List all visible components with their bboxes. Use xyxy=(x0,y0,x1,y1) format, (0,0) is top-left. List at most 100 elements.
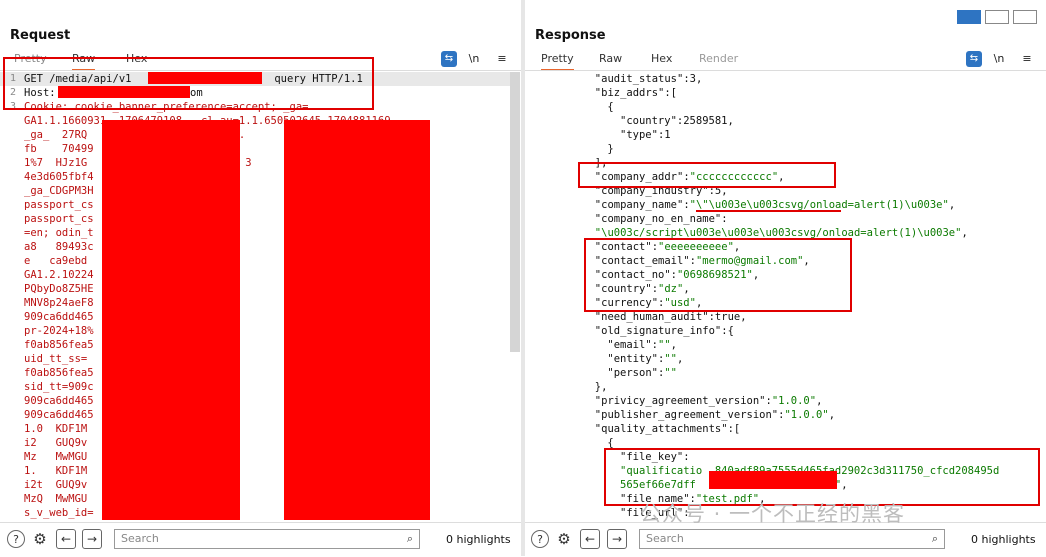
search-placeholder: Search xyxy=(646,532,684,545)
menu-icon[interactable]: ≡ xyxy=(494,51,510,67)
highlight-count: 0 highlights xyxy=(446,533,511,546)
json-value: "1.0.0" xyxy=(784,409,829,421)
tab-underline xyxy=(525,70,1046,71)
json-value: "" xyxy=(664,367,677,379)
json-line: "entity":"", xyxy=(607,352,683,366)
json-comma: , xyxy=(948,199,956,211)
request-pane: Request Pretty Raw Hex ⇆ \n ≡ 1 GET /medi… xyxy=(0,0,521,557)
json-value: { xyxy=(727,325,734,337)
json-comma: , xyxy=(670,339,677,351)
json-line: "quality_attachments":[ xyxy=(595,422,740,436)
json-comma: , xyxy=(695,73,703,85)
json-value: 2589581 xyxy=(683,115,728,127)
json-key: "company_no_en_name" xyxy=(594,213,722,225)
json-value: "" xyxy=(657,339,671,351)
json-key: "quality_attachments" xyxy=(594,423,728,435)
line-text: Mz MwMGU xyxy=(24,451,88,463)
request-editor[interactable]: 1 GET /media/api/v1 query HTTP/1.1 2 Host: o… xyxy=(0,72,521,520)
response-search-input[interactable]: Search ⌕ xyxy=(639,529,945,549)
json-key: "old_signature_info" xyxy=(594,325,722,337)
wrap-lines-icon[interactable]: ⇆ xyxy=(966,51,982,67)
json-value: { xyxy=(607,101,614,113)
line-text: =en; odin_t xyxy=(24,227,94,239)
json-line: "type":1 xyxy=(620,128,671,142)
next-arrow-icon[interactable]: → xyxy=(607,529,627,549)
json-key: "publisher_agreement_version" xyxy=(594,409,779,421)
json-value: "1.0.0" xyxy=(771,395,817,407)
redaction-block xyxy=(284,120,430,520)
newline-toggle[interactable]: \n xyxy=(466,51,482,67)
search-icon: ⌕ xyxy=(931,532,938,545)
json-value: [ xyxy=(733,423,741,435)
annotation-box xyxy=(3,57,374,110)
json-value: [ xyxy=(670,87,677,99)
watermark-text: 公众号 · 一个不正经的黑客 xyxy=(640,502,906,526)
json-line: "company_no_en_name": xyxy=(595,212,728,226)
layout-vertical-button[interactable] xyxy=(985,10,1009,24)
tab-hex[interactable]: Hex xyxy=(651,52,672,69)
json-key: "need_human_audit" xyxy=(594,311,709,323)
json-key: "type" xyxy=(620,129,658,141)
tab-pretty[interactable]: Pretty xyxy=(541,52,574,71)
json-value: "" xyxy=(664,353,677,365)
json-line: "biz_addrs":[ xyxy=(595,86,677,100)
json-line: "old_signature_info":{ xyxy=(595,324,734,338)
help-icon[interactable]: ? xyxy=(531,530,549,548)
json-value: 1 xyxy=(664,129,671,141)
json-key: "privicy_agreement_version" xyxy=(594,395,766,407)
tab-raw[interactable]: Raw xyxy=(599,52,622,69)
request-title: Request xyxy=(10,28,71,43)
json-key: "entity" xyxy=(607,353,658,365)
json-line: "publisher_agreement_version":"1.0.0", xyxy=(595,408,835,422)
json-comma: , xyxy=(727,115,734,127)
json-line: "audit_status":3, xyxy=(595,72,703,86)
json-line: "person":"" xyxy=(607,366,677,380)
menu-icon[interactable]: ≡ xyxy=(1019,51,1035,67)
layout-side-by-side-button[interactable] xyxy=(957,10,981,24)
json-comma: , xyxy=(828,409,836,421)
json-key: "email" xyxy=(607,339,652,351)
json-key: "audit_status" xyxy=(594,73,684,85)
json-colon: : xyxy=(721,213,728,225)
help-icon[interactable]: ? xyxy=(7,530,25,548)
request-bottom-bar: ? ⚙ ← → Search ⌕ 0 highlights xyxy=(0,522,521,557)
json-line: { xyxy=(607,100,613,114)
json-line: } xyxy=(607,142,613,156)
search-icon: ⌕ xyxy=(406,532,413,545)
json-comma: , xyxy=(740,311,747,323)
annotation-underline xyxy=(696,210,841,212)
line-text: uid_tt_ss= xyxy=(24,353,88,365)
gear-icon[interactable]: ⚙ xyxy=(555,530,573,548)
tab-render[interactable]: Render xyxy=(699,52,738,69)
json-line: "privicy_agreement_version":"1.0.0", xyxy=(595,394,823,408)
prev-arrow-icon[interactable]: ← xyxy=(56,529,76,549)
json-value: }, xyxy=(594,381,608,393)
json-line: "country":2589581, xyxy=(620,114,734,128)
gear-icon[interactable]: ⚙ xyxy=(31,530,49,548)
json-key: "person" xyxy=(607,367,658,379)
newline-toggle[interactable]: \n xyxy=(991,51,1007,67)
json-key: "company_name" xyxy=(594,199,684,211)
wrap-lines-icon[interactable]: ⇆ xyxy=(441,51,457,67)
json-comma: , xyxy=(961,227,968,239)
request-search-input[interactable]: Search ⌕ xyxy=(114,529,420,549)
json-line: }, xyxy=(595,380,608,394)
search-placeholder: Search xyxy=(121,532,159,545)
json-line: "email":"", xyxy=(607,338,677,352)
annotation-box xyxy=(578,162,836,188)
response-title: Response xyxy=(535,28,606,43)
annotation-box xyxy=(584,238,852,312)
json-comma: , xyxy=(816,395,823,407)
highlight-count: 0 highlights xyxy=(971,533,1036,546)
redaction-block xyxy=(102,120,240,520)
json-value: true xyxy=(714,311,741,323)
next-arrow-icon[interactable]: → xyxy=(82,529,102,549)
json-comma: , xyxy=(676,353,684,365)
prev-arrow-icon[interactable]: ← xyxy=(580,529,600,549)
response-pane: Response Pretty Raw Hex Render ⇆ \n ≡ "a… xyxy=(525,0,1046,557)
request-scrollbar[interactable] xyxy=(510,72,520,352)
json-key: "country" xyxy=(620,115,677,127)
json-value: } xyxy=(607,143,614,155)
json-key: "biz_addrs" xyxy=(594,87,665,99)
layout-tabs-button[interactable] xyxy=(1013,10,1037,24)
